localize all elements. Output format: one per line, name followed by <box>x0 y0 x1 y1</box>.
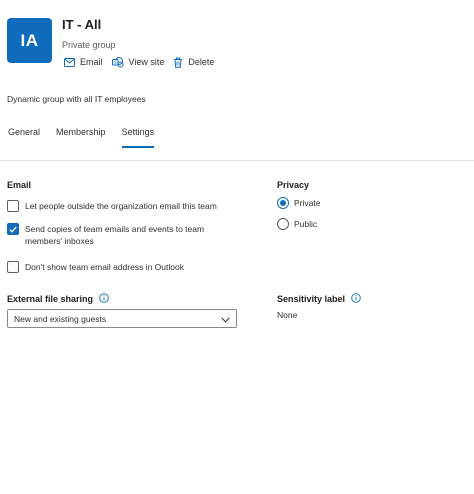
view-site-action-label: View site <box>128 57 165 67</box>
info-icon[interactable] <box>351 293 361 306</box>
radio-public[interactable]: Public <box>277 218 317 230</box>
view-site-action-button[interactable]: S View site <box>111 56 165 68</box>
radio-public-label: Public <box>294 219 318 229</box>
external-sharing-selected-value: New and existing guests <box>14 313 107 324</box>
tab-membership[interactable]: Membership <box>56 126 106 148</box>
checkbox-send-copies[interactable]: Send copies of team emails and events to… <box>7 223 225 247</box>
tab-settings[interactable]: Settings <box>121 126 154 148</box>
external-sharing-dropdown[interactable]: New and existing guests <box>7 309 237 328</box>
radio-private-label: Private <box>294 198 321 208</box>
sharepoint-icon: S <box>111 56 124 68</box>
radio-public-circle[interactable] <box>277 218 289 230</box>
external-sharing-heading: External file sharing <box>7 293 109 306</box>
radio-private-circle[interactable] <box>277 197 289 209</box>
group-title: IT - All <box>62 17 102 32</box>
email-section-heading-text: Email <box>7 180 32 190</box>
checkbox-external-email-label: Let people outside the organization emai… <box>25 201 217 211</box>
email-action-label: Email <box>80 57 103 67</box>
privacy-section-heading-text: Privacy <box>277 180 310 190</box>
group-description: Dynamic group with all IT employees <box>7 94 146 104</box>
tab-general[interactable]: General <box>8 126 40 148</box>
checkbox-hide-email-label: Don't show team email address in Outlook <box>25 262 184 272</box>
privacy-section-heading: Privacy <box>277 180 309 191</box>
group-privacy-subtitle: Private group <box>62 40 116 50</box>
radio-private[interactable]: Private <box>277 197 320 209</box>
sensitivity-heading: Sensitivity label <box>277 293 361 306</box>
settings-tabs: General Membership Settings <box>8 126 154 148</box>
email-action-button[interactable]: Email <box>64 56 103 68</box>
checkbox-send-copies-box[interactable] <box>7 223 19 235</box>
sensitivity-value: None <box>277 310 298 320</box>
group-avatar: IA <box>7 18 52 63</box>
delete-action-label: Delete <box>188 57 215 67</box>
delete-action-button[interactable]: Delete <box>173 56 214 68</box>
checkmark-icon <box>9 226 17 233</box>
checkbox-hide-email[interactable]: Don't show team email address in Outlook <box>7 261 225 273</box>
checkbox-external-email-box[interactable] <box>7 200 19 212</box>
chevron-down-icon <box>221 310 230 328</box>
group-settings-page: IA IT - All Private group Email S View s… <box>0 0 474 494</box>
checkbox-send-copies-label: Send copies of team emails and events to… <box>25 224 205 246</box>
tabs-divider <box>0 160 474 161</box>
external-sharing-heading-text: External file sharing <box>7 294 94 304</box>
mail-icon <box>64 57 75 67</box>
sensitivity-heading-text: Sensitivity label <box>277 294 346 304</box>
svg-text:S: S <box>113 60 116 66</box>
email-section-heading: Email <box>7 180 31 191</box>
info-icon[interactable] <box>99 293 109 306</box>
header-actions: Email S View site Delete <box>64 56 214 68</box>
checkbox-external-email[interactable]: Let people outside the organization emai… <box>7 200 225 212</box>
trash-icon <box>173 57 183 68</box>
checkbox-hide-email-box[interactable] <box>7 261 19 273</box>
